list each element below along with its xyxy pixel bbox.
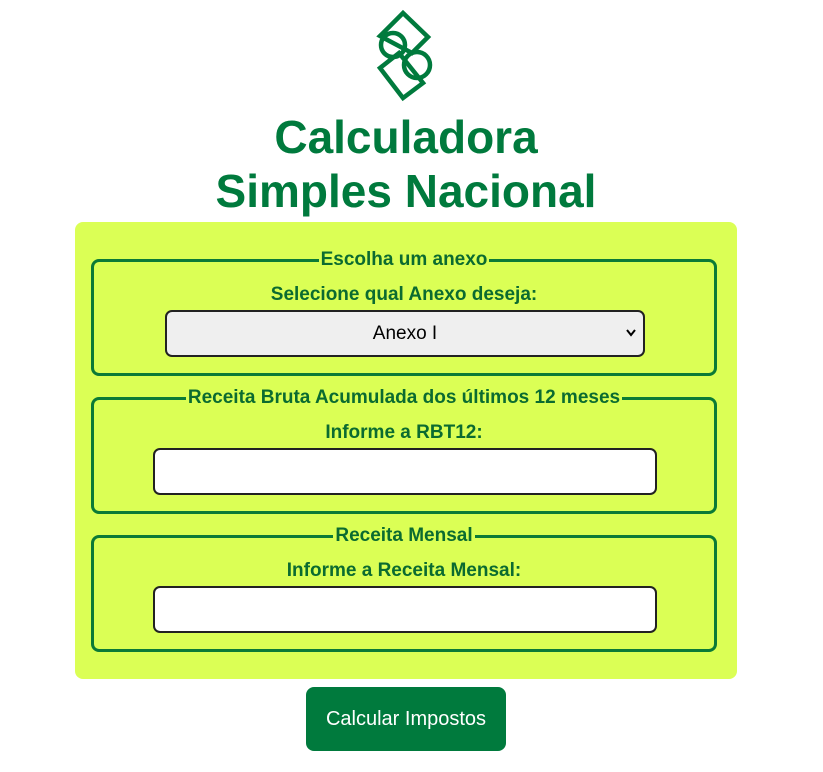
annex-select-value: Anexo I (372, 322, 438, 344)
rbt12-input[interactable] (153, 448, 657, 495)
monthly-revenue-input[interactable] (153, 586, 657, 633)
chevron-down-icon (626, 329, 636, 337)
annex-legend: Escolha um anexo (318, 249, 490, 270)
monthly-revenue-legend: Receita Mensal (333, 525, 475, 546)
title-line-2: Simples Nacional (215, 165, 597, 217)
annex-select[interactable]: Anexo I (165, 310, 645, 357)
page-title: Calculadora Simples Nacional (0, 110, 812, 218)
monthly-revenue-label: Informe a Receita Mensal: (286, 560, 522, 581)
rbt12-fieldset: Receita Bruta Acumulada dos últimos 12 m… (91, 387, 717, 514)
form-panel: Escolha um anexo Selecione qual Anexo de… (75, 222, 737, 679)
rbt12-legend: Receita Bruta Acumulada dos últimos 12 m… (185, 387, 623, 408)
calculate-taxes-button[interactable]: Calcular Impostos (306, 687, 506, 751)
rbt12-label: Informe a RBT12: (325, 422, 483, 443)
page: Calculadora Simples Nacional Escolha um … (0, 0, 823, 772)
annex-label: Selecione qual Anexo deseja: (270, 284, 538, 305)
simples-nacional-logo-icon (376, 9, 433, 102)
title-line-1: Calculadora (274, 111, 538, 163)
monthly-revenue-fieldset: Receita Mensal Informe a Receita Mensal: (91, 525, 717, 652)
annex-fieldset: Escolha um anexo Selecione qual Anexo de… (91, 249, 717, 376)
